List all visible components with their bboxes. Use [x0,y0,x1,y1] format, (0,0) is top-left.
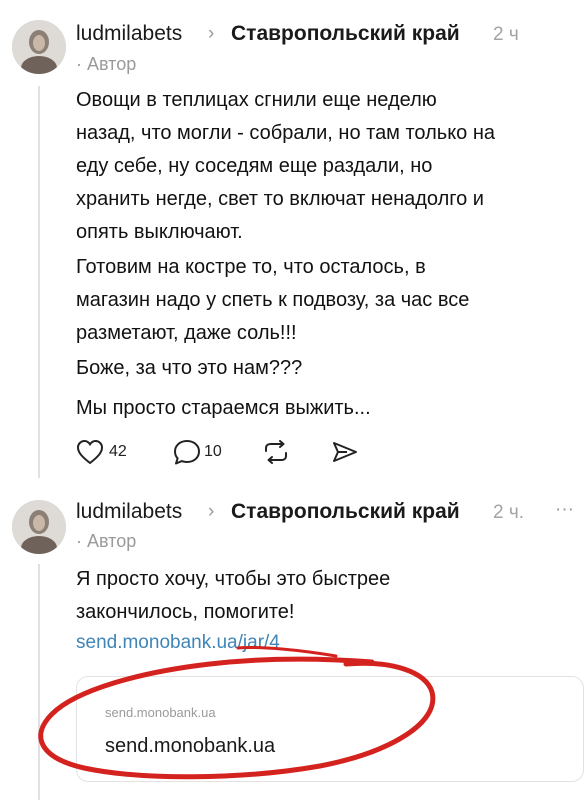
card-domain: send.monobank.ua [105,705,216,720]
text-line: закончилось, помогите! [76,601,295,623]
text-line: назад, что могли - собрали, но там тольк… [76,122,496,144]
text-line: Я просто хочу, чтобы это быстрее [76,568,391,590]
chevron-right-icon: › [208,501,215,522]
chevron-right-icon: › [208,23,215,44]
text-line: Овощи в теплицах сгнили еще неделю [76,89,437,111]
text-line: еду себе, ну соседям еще раздали, но [76,155,433,177]
text-line: магазин надо у спеть к подвозу, за час в… [76,289,470,311]
donation-link[interactable]: send.monobank.ua/jar/4 [76,632,280,654]
region-label[interactable]: Ставропольский край [231,22,460,46]
author-badge: · Автор [76,531,137,551]
text-line: Мы просто стараемся выжить... [76,397,371,419]
author-badge: · Автор [76,54,137,74]
like-count: 42 [109,443,127,460]
thread-line [38,564,40,800]
text-line: разметают, даже соль!!! [76,322,297,344]
text-line: Готовим на костре то, что осталось, в [76,256,426,278]
username[interactable]: ludmilabets [76,22,182,46]
repost-icon[interactable] [262,440,290,464]
avatar[interactable] [12,20,66,74]
timestamp: 2 ч. [493,502,525,523]
timestamp: 2 ч [493,24,519,45]
username[interactable]: ludmilabets [76,500,182,524]
reply-count: 10 [204,443,222,460]
link-preview-card[interactable]: send.monobank.ua send.monobank.ua [76,676,584,782]
reply-icon[interactable] [172,438,202,466]
heart-icon[interactable] [76,439,104,465]
text-line: Боже, за что это нам??? [76,357,303,379]
card-title: send.monobank.ua [105,735,276,757]
post-text: Готовим на костре то, что осталось, в ма… [76,251,469,350]
text-line: хранить негде, свет то включат ненадолго… [76,188,484,210]
text-line: опять выключают. [76,221,243,243]
more-icon[interactable]: ··· [555,499,574,521]
avatar[interactable] [12,500,66,554]
send-icon[interactable] [331,440,359,464]
post-text: Я просто хочу, чтобы это быстрее закончи… [76,563,390,629]
post-text: Овощи в теплицах сгнили еще неделю назад… [76,84,495,249]
region-label[interactable]: Ставропольский край [231,500,460,524]
thread-line [38,86,40,478]
